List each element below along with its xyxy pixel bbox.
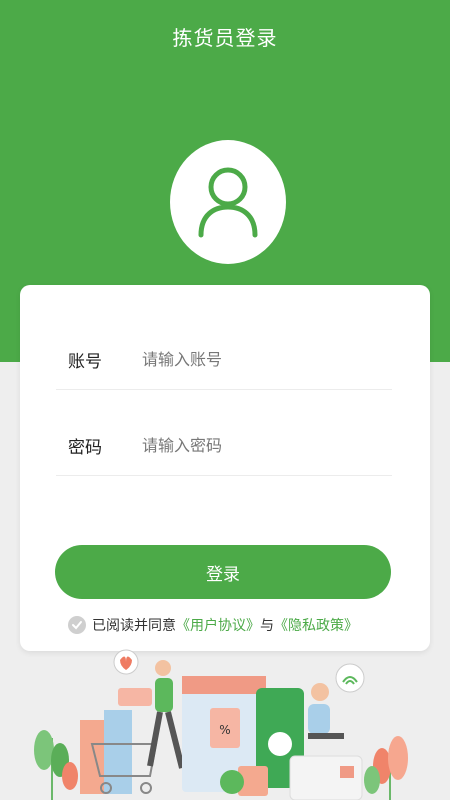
- login-button[interactable]: 登录: [55, 545, 391, 599]
- password-label: 密码: [68, 437, 102, 458]
- plant-left-icon: [34, 730, 78, 800]
- agreement-prefix: 已阅读并同意: [92, 618, 176, 634]
- laptop-person-figure: [308, 683, 344, 739]
- user-agreement-link[interactable]: 《用户协议》: [176, 615, 260, 635]
- agreement-connector: 与: [260, 618, 274, 634]
- coin-icon: [220, 770, 244, 794]
- login-card: 账号 密码 登录 已阅读并同意 《用户协议》 与 《隐私政策》: [20, 285, 430, 651]
- password-row: 密码: [56, 415, 392, 476]
- privacy-policy-link[interactable]: 《隐私政策》: [274, 615, 358, 635]
- agreement-row: 已阅读并同意 《用户协议》 与 《隐私政策》: [68, 615, 358, 635]
- account-input[interactable]: [140, 348, 384, 370]
- svg-text:%: %: [219, 723, 230, 737]
- page-title: 拣货员登录: [172, 26, 278, 50]
- user-icon: [198, 167, 258, 238]
- shopper-figure: [147, 660, 185, 769]
- check-icon: [72, 621, 82, 630]
- chart-card: [118, 688, 152, 706]
- box-shape: [104, 710, 132, 794]
- avatar: [170, 140, 286, 264]
- plant-right-icon: [364, 736, 408, 800]
- password-input[interactable]: [140, 434, 384, 456]
- box-shape: [80, 720, 104, 794]
- account-row: 账号: [56, 329, 392, 390]
- shopping-illustration: %: [34, 649, 408, 800]
- agreement-checkbox[interactable]: [68, 616, 86, 634]
- account-label: 账号: [68, 351, 102, 372]
